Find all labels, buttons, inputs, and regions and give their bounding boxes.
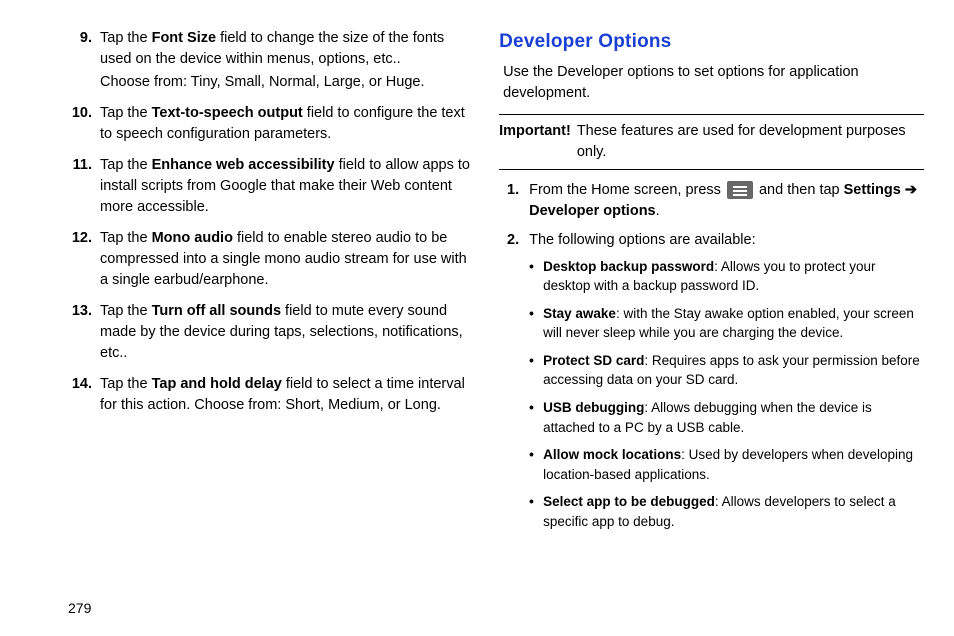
page: 9.Tap the Font Size field to change the … <box>0 0 954 547</box>
list-item: 9.Tap the Font Size field to change the … <box>68 28 473 95</box>
item-number: 11. <box>68 155 100 220</box>
left-column: 9.Tap the Font Size field to change the … <box>68 28 473 547</box>
section-title: Developer Options <box>499 28 924 56</box>
item-number: 9. <box>68 28 100 95</box>
list-item: 12.Tap the Mono audio field to enable st… <box>68 228 473 293</box>
item-body: Tap the Text-to-speech output field to c… <box>100 103 473 147</box>
right-column: Developer Options Use the Developer opti… <box>499 28 924 547</box>
list-item: 13.Tap the Turn off all sounds field to … <box>68 301 473 366</box>
item-number: 12. <box>68 228 100 293</box>
list-item: 11.Tap the Enhance web accessibility fie… <box>68 155 473 220</box>
step-number: 2. <box>499 230 529 540</box>
page-number: 279 <box>68 600 91 616</box>
bullet-marker: • <box>529 398 543 437</box>
bullet-text: Allow mock locations: Used by developers… <box>543 445 924 484</box>
bullet-marker: • <box>529 351 543 390</box>
bullet-list: •Desktop backup password: Allows you to … <box>529 257 924 532</box>
bullet-item: •Protect SD card: Requires apps to ask y… <box>529 351 924 390</box>
item-body: Tap the Mono audio field to enable stere… <box>100 228 473 293</box>
bullet-item: •USB debugging: Allows debugging when th… <box>529 398 924 437</box>
bullet-text: USB debugging: Allows debugging when the… <box>543 398 924 437</box>
step-item: 1.From the Home screen, press and then t… <box>499 180 924 222</box>
item-body: Tap the Font Size field to change the si… <box>100 28 473 95</box>
bullet-text: Desktop backup password: Allows you to p… <box>543 257 924 296</box>
bullet-item: •Allow mock locations: Used by developer… <box>529 445 924 484</box>
bullet-text: Protect SD card: Requires apps to ask yo… <box>543 351 924 390</box>
important-text: These features are used for development … <box>577 121 924 163</box>
item-number: 13. <box>68 301 100 366</box>
bullet-marker: • <box>529 445 543 484</box>
step-item: 2.The following options are available:•D… <box>499 230 924 540</box>
item-number: 14. <box>68 374 100 418</box>
bullet-item: •Stay awake: with the Stay awake option … <box>529 304 924 343</box>
bullet-marker: • <box>529 492 543 531</box>
bullet-marker: • <box>529 304 543 343</box>
list-item: 10.Tap the Text-to-speech output field t… <box>68 103 473 147</box>
step-body: From the Home screen, press and then tap… <box>529 180 924 222</box>
list-item: 14.Tap the Tap and hold delay field to s… <box>68 374 473 418</box>
bullet-item: •Desktop backup password: Allows you to … <box>529 257 924 296</box>
divider <box>499 114 924 115</box>
important-note: Important! These features are used for d… <box>499 121 924 163</box>
item-number: 10. <box>68 103 100 147</box>
item-body: Tap the Enhance web accessibility field … <box>100 155 473 220</box>
bullet-item: •Select app to be debugged: Allows devel… <box>529 492 924 531</box>
step-number: 1. <box>499 180 529 222</box>
important-label: Important! <box>499 121 577 163</box>
bullet-text: Stay awake: with the Stay awake option e… <box>543 304 924 343</box>
section-intro: Use the Developer options to set options… <box>503 62 924 104</box>
menu-icon <box>727 181 753 199</box>
bullet-text: Select app to be debugged: Allows develo… <box>543 492 924 531</box>
step-body: The following options are available:•Des… <box>529 230 924 540</box>
steps-list: 1.From the Home screen, press and then t… <box>499 180 924 540</box>
item-body: Tap the Tap and hold delay field to sele… <box>100 374 473 418</box>
item-body: Tap the Turn off all sounds field to mut… <box>100 301 473 366</box>
bullet-marker: • <box>529 257 543 296</box>
divider <box>499 169 924 170</box>
